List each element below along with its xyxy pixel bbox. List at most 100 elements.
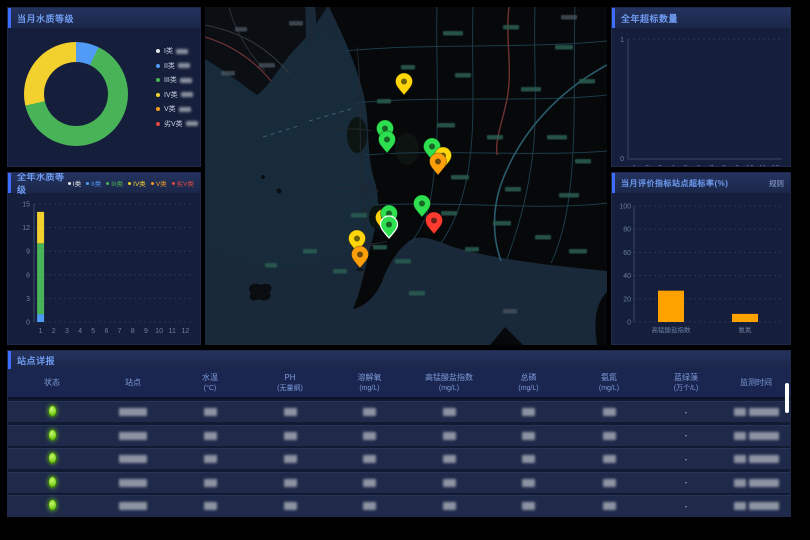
panel-header: 全年水质等级 I类 II类 III类 IV类 V类劣V类 [8,173,200,193]
panel-header: 当月水质等级 [8,8,200,28]
svg-text:40: 40 [623,273,631,280]
legend-item[interactable]: 劣V类 [156,119,198,129]
legend-item[interactable]: III类 [106,178,123,188]
svg-text:10: 10 [155,328,163,335]
panel-title: 全年水质等级 [17,172,68,196]
column-header: 水温(°C) [170,373,250,392]
legend-value-redacted [186,121,198,126]
column-header: 蓝绿藻(万个/L) [650,373,722,392]
value-redacted [284,408,297,416]
monitor-time-redacted [749,502,779,510]
monitor-time-redacted [734,455,746,463]
svg-text:80: 80 [623,227,631,234]
legend-item[interactable]: V类 [156,104,198,114]
legend-item[interactable]: 劣V类 [172,178,194,188]
map[interactable] [205,7,607,345]
legend-value-redacted [179,107,191,112]
legend-item[interactable]: II类 [86,178,101,188]
svg-text:3: 3 [26,296,30,303]
value-redacted [443,432,456,440]
value-redacted [603,479,616,487]
value-redacted [204,432,217,440]
legend-item[interactable]: V类 [151,178,167,188]
legend-item[interactable]: III类 [156,75,198,85]
svg-text:60: 60 [623,250,631,257]
legend-value-redacted [178,63,190,68]
table-row[interactable]: - [8,472,790,493]
column-header: 氨氮(mg/L) [568,373,650,392]
panel-header: 当月评价指标站点超标率(%) 规则 [612,173,790,193]
table-scrollbar-thumb[interactable] [785,383,789,413]
value-redacted [204,502,217,510]
svg-text:12: 12 [22,225,30,232]
legend-dot [68,182,71,185]
station-name-redacted [119,479,147,487]
legend-label: V类 [156,178,167,188]
algae-value: - [650,478,722,487]
legend-item[interactable]: IV类 [128,178,146,188]
svg-text:15: 15 [22,202,30,209]
annual-exceedance-chart: 10123456789101112 [612,28,790,167]
svg-text:5: 5 [684,165,688,167]
monitor-time-redacted [734,502,746,510]
panel-annual-water-grade: 全年水质等级 I类II类III类IV类V类劣V类 036912151234567… [7,172,201,345]
algae-value: - [650,408,722,417]
value-redacted [363,455,376,463]
value-redacted [443,408,456,416]
panel-title: 全年超标数量 [621,12,678,25]
donut-hole [44,62,108,126]
algae-value: - [650,431,722,440]
legend-item[interactable]: I类 [68,178,81,188]
legend-dot [128,182,131,185]
monitor-time-redacted [749,455,779,463]
table-row[interactable]: - [8,448,790,469]
column-header: 高锰酸盐指数(mg/L) [409,373,489,392]
svg-text:7: 7 [118,328,122,335]
legend-dot [156,107,160,111]
svg-text:0: 0 [26,320,30,327]
svg-text:12: 12 [182,328,190,335]
exceedance-rate-chart: 020406080100高锰酸盐指数氨氮 [612,193,790,345]
rules-link[interactable]: 规则 [769,178,784,189]
legend-dot [156,49,160,53]
value-redacted [603,455,616,463]
svg-text:9: 9 [26,249,30,256]
status-indicator [48,499,57,511]
panel-monthly-water-grade: 当月水质等级 I类 II类 III类 IV类 V类劣V类 [7,7,201,167]
legend-dot [156,93,160,97]
value-redacted [284,455,297,463]
dashboard: 当月水质等级 I类II类III类IV类V类劣V类 全年水质等级 I类II类III… [0,0,810,540]
algae-value: - [650,455,722,464]
value-redacted [363,479,376,487]
table-row[interactable]: - [8,401,790,422]
value-redacted [522,502,535,510]
legend-item[interactable]: IV类 [156,90,198,100]
table-row[interactable]: - [8,425,790,446]
legend-item[interactable]: I类 [156,46,198,56]
legend-item[interactable]: II类 [156,61,198,71]
grade-legend: I类 II类 III类 IV类 V类劣V类 [68,178,194,188]
legend-dot [172,182,175,185]
value-redacted [443,455,456,463]
station-name-redacted [119,408,147,416]
station-name-redacted [119,432,147,440]
svg-text:12: 12 [772,165,780,167]
legend-value-redacted [180,78,192,83]
svg-text:6: 6 [26,272,30,279]
status-indicator [48,429,57,441]
column-header: 状态 [8,378,96,388]
monitor-time-redacted [734,479,746,487]
panel-header: 全年超标数量 [612,8,790,28]
legend-label: IV类 [133,178,146,188]
legend-label: 劣V类 [177,178,194,188]
monitor-time-redacted [734,432,746,440]
legend-value-redacted [181,92,193,97]
panel-annual-exceedance: 全年超标数量 10123456789101112 [611,7,791,167]
monitor-time-redacted [749,479,779,487]
legend-dot [86,182,89,185]
svg-text:3: 3 [658,165,662,167]
table-row[interactable]: - [8,495,790,516]
legend-label: IV类 [164,90,178,100]
legend-label: III类 [164,75,177,85]
svg-text:4: 4 [671,165,675,167]
